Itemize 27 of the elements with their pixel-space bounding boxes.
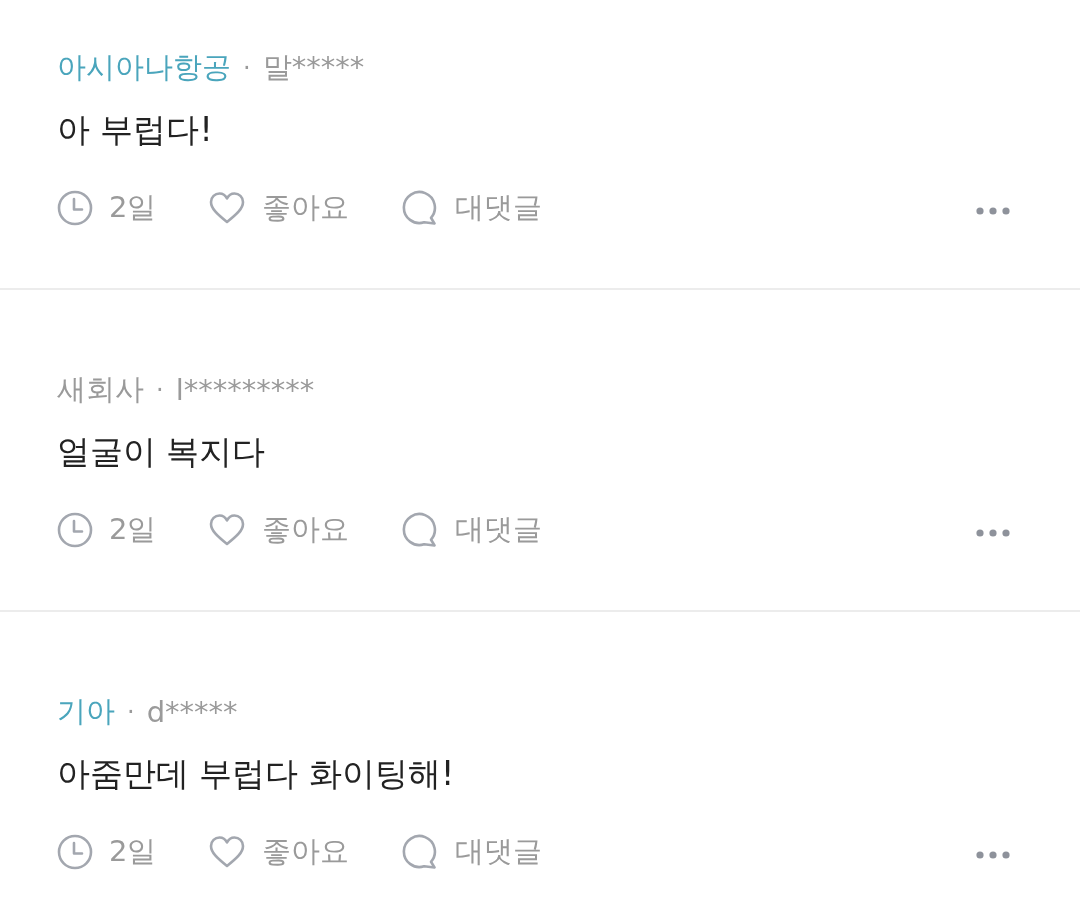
separator: · [156,376,164,404]
clock-icon [57,834,93,870]
user-name: l********* [175,373,315,407]
comment-text: 아 부럽다! [57,109,214,151]
user-name: d***** [146,695,238,729]
clock-icon [57,190,93,226]
time-ago: 2일 [109,511,157,548]
reply-button[interactable]: 대댓글 [401,832,543,872]
like-button[interactable]: 좋아요 [208,510,350,550]
reply-button[interactable]: 대댓글 [401,510,543,550]
like-button[interactable]: 좋아요 [208,832,350,872]
company-link[interactable]: 아시아나항공 [57,48,231,88]
time-ago: 2일 [109,189,157,226]
reply-button[interactable]: 대댓글 [401,188,543,228]
comment-text: 아줌만데 부럽다 화이팅해! [57,753,456,795]
separator: · [127,698,135,726]
more-icon[interactable] [976,207,1010,215]
more-icon[interactable] [976,529,1010,537]
time-ago: 2일 [109,833,157,870]
comment-text: 얼굴이 복지다 [57,431,267,473]
like-button[interactable]: 좋아요 [208,188,350,228]
company-link[interactable]: 기아 [57,692,115,732]
company-name: 새회사 [57,371,144,408]
more-icon[interactable] [976,851,1010,859]
user-name: 말***** [262,49,365,86]
separator: · [243,54,251,82]
clock-icon [57,512,93,548]
